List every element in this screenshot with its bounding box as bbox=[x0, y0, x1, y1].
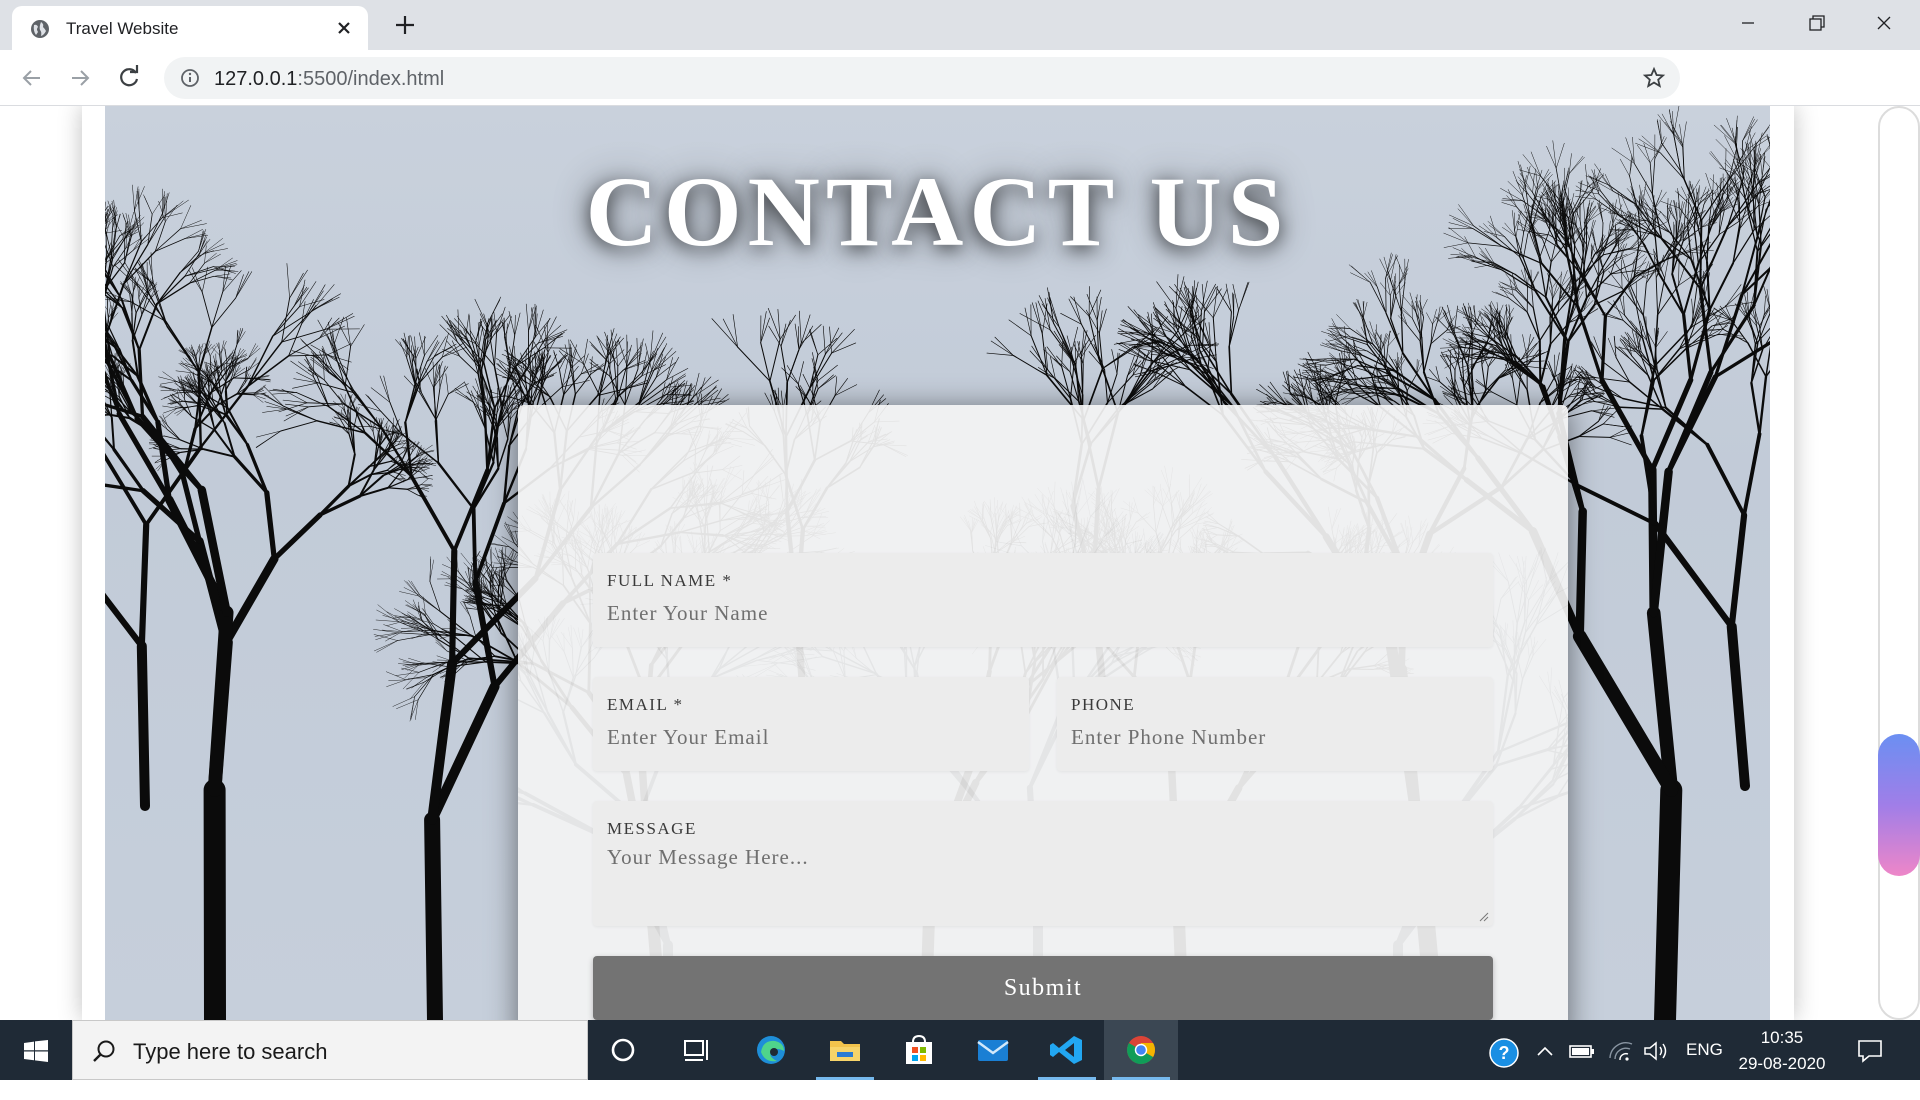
clock[interactable]: 10:35 29-08-2020 bbox=[1736, 1025, 1828, 1085]
file-explorer-taskbar-button[interactable] bbox=[808, 1020, 882, 1080]
phone-input[interactable] bbox=[1071, 721, 1481, 753]
scrollbar-thumb[interactable] bbox=[1878, 734, 1920, 876]
bookmark-star-icon[interactable] bbox=[1642, 66, 1666, 90]
url-text: 127.0.0.1:5500/index.html bbox=[214, 68, 444, 91]
chrome-taskbar-button[interactable] bbox=[1104, 1020, 1178, 1080]
forward-arrow-icon[interactable] bbox=[66, 64, 94, 92]
mail-taskbar-button[interactable] bbox=[956, 1020, 1030, 1080]
phone-field: PHONE bbox=[1057, 677, 1493, 771]
email-label: EMAIL * bbox=[607, 695, 683, 715]
edge-taskbar-button[interactable] bbox=[734, 1020, 808, 1080]
browser-tab-strip: Travel Website bbox=[0, 0, 1920, 50]
back-arrow-icon[interactable] bbox=[18, 64, 46, 92]
browser-tab[interactable]: Travel Website bbox=[12, 6, 368, 50]
minimize-icon[interactable] bbox=[1728, 8, 1768, 38]
close-tab-icon[interactable] bbox=[332, 16, 356, 40]
search-placeholder: Type here to search bbox=[133, 1039, 327, 1065]
scrollbar-track[interactable] bbox=[1878, 106, 1920, 1020]
address-bar[interactable]: 127.0.0.1:5500/index.html bbox=[164, 57, 1680, 99]
resize-grip-icon[interactable] bbox=[1477, 910, 1489, 922]
contact-hero: CONTACT US FULL NAME * EMAIL * PHONE MES… bbox=[105, 106, 1770, 1020]
edge-icon bbox=[753, 1034, 789, 1066]
language-indicator[interactable]: ENG bbox=[1686, 1040, 1723, 1100]
clock-date: 29-08-2020 bbox=[1736, 1051, 1828, 1077]
close-window-icon[interactable] bbox=[1864, 8, 1904, 38]
chrome-icon bbox=[1123, 1034, 1159, 1066]
battery-icon[interactable] bbox=[1568, 1040, 1596, 1062]
browser-toolbar: 127.0.0.1:5500/index.html q bbox=[0, 50, 1920, 106]
page-viewport: CONTACT US FULL NAME * EMAIL * PHONE MES… bbox=[0, 106, 1878, 1020]
search-icon bbox=[91, 1039, 117, 1065]
globe-icon bbox=[30, 19, 50, 39]
new-tab-icon[interactable] bbox=[392, 12, 418, 38]
full-name-input[interactable] bbox=[607, 597, 1477, 629]
mail-icon bbox=[975, 1034, 1011, 1066]
message-label: MESSAGE bbox=[607, 819, 697, 839]
cortana-icon bbox=[605, 1034, 641, 1066]
reload-icon[interactable] bbox=[115, 64, 143, 92]
store-icon bbox=[901, 1034, 937, 1066]
cortana-button[interactable] bbox=[586, 1020, 660, 1080]
tab-title: Travel Website bbox=[66, 19, 178, 39]
volume-icon[interactable] bbox=[1642, 1038, 1670, 1064]
chevron-up-icon[interactable] bbox=[1534, 1040, 1556, 1062]
store-taskbar-button[interactable] bbox=[882, 1020, 956, 1080]
message-textarea[interactable] bbox=[607, 845, 1477, 919]
contact-form: FULL NAME * EMAIL * PHONE MESSAGE Submit bbox=[518, 405, 1568, 1020]
page-scrollbar[interactable] bbox=[1878, 106, 1920, 1020]
vscode-icon bbox=[1049, 1034, 1085, 1066]
wifi-icon[interactable] bbox=[1608, 1038, 1634, 1064]
clock-time: 10:35 bbox=[1736, 1025, 1828, 1051]
start-button[interactable] bbox=[0, 1020, 72, 1080]
url-host: 127.0.0.1 bbox=[214, 68, 297, 90]
email-field: EMAIL * bbox=[593, 677, 1029, 771]
info-icon[interactable] bbox=[180, 68, 200, 88]
message-field: MESSAGE bbox=[593, 801, 1493, 926]
windows-taskbar: Type here to search bbox=[0, 1020, 1920, 1080]
windows-logo-icon bbox=[24, 1040, 48, 1062]
notification-icon[interactable] bbox=[1856, 1037, 1884, 1065]
task-view-button[interactable] bbox=[660, 1020, 734, 1080]
file-explorer-icon bbox=[827, 1034, 863, 1066]
full-name-field: FULL NAME * bbox=[593, 553, 1493, 647]
task-view-icon bbox=[679, 1034, 715, 1066]
vscode-taskbar-button[interactable] bbox=[1030, 1020, 1104, 1080]
help-icon[interactable]: ? bbox=[1488, 1037, 1520, 1069]
restore-icon[interactable] bbox=[1796, 8, 1836, 38]
page-title: CONTACT US bbox=[105, 154, 1770, 269]
full-name-label: FULL NAME * bbox=[607, 571, 732, 591]
taskbar-search-box[interactable]: Type here to search bbox=[72, 1020, 588, 1080]
email-input[interactable] bbox=[607, 721, 1017, 753]
submit-button[interactable]: Submit bbox=[593, 956, 1493, 1020]
url-path: :5500/index.html bbox=[297, 68, 444, 90]
phone-label: PHONE bbox=[1071, 695, 1135, 715]
